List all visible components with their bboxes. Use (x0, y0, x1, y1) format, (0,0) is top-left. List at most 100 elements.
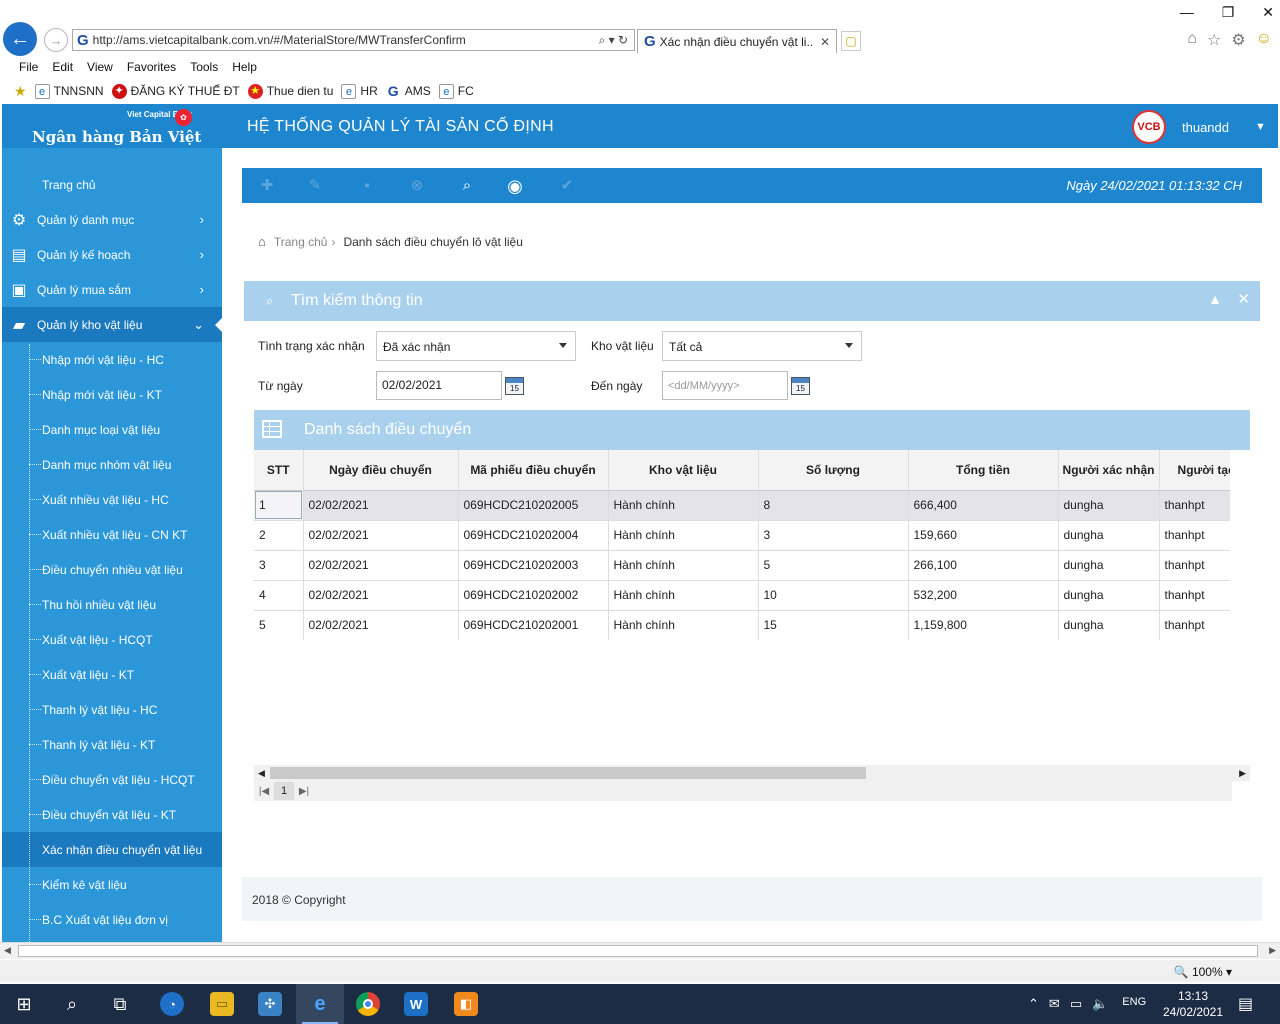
pdf-app-icon[interactable]: ◧ (442, 984, 490, 1024)
caret-down-icon[interactable]: ▼ (1255, 121, 1266, 133)
sidebar-subitem[interactable]: Xuất nhiều vật liệu - CN KT (2, 517, 222, 552)
breadcrumb-home[interactable]: Trang chủ (274, 235, 328, 249)
add-icon[interactable]: ✚ (258, 177, 276, 195)
edit-icon[interactable]: ✎ (306, 177, 324, 195)
user-name[interactable]: thuandd (1182, 120, 1229, 135)
sidebar-item-danh-muc[interactable]: ⚙ Quản lý danh mục › (2, 202, 222, 237)
zoom-level[interactable]: 🔍 100% ▾ (1174, 965, 1232, 979)
col-so-luong[interactable]: Số lượng (758, 450, 909, 491)
col-nguoi-xac-nhan[interactable]: Người xác nhận (1058, 450, 1160, 491)
menu-file[interactable]: File (19, 60, 38, 74)
favorites-star-icon[interactable]: ☆ (1207, 30, 1221, 50)
col-ma-phieu[interactable]: Mã phiếu điều chuyển (458, 450, 609, 491)
table-row[interactable]: 1 02/02/2021 069HCDC210202005 Hành chính… (254, 490, 1230, 521)
browser-tab-active[interactable]: G Xác nhận điều chuyển vật li... ✕ (637, 29, 837, 53)
search-icon[interactable]: ⌕ (48, 984, 96, 1024)
fav-dang-ky-thue[interactable]: ✦ ĐĂNG KÝ THUẾ ĐT (111, 83, 240, 99)
task-view-icon[interactable]: ⧉ (96, 984, 144, 1024)
collapse-icon[interactable]: ▲ (1208, 291, 1222, 307)
menu-tools[interactable]: Tools (190, 60, 218, 74)
windows-start-icon[interactable]: ⊞ (0, 984, 48, 1024)
scroll-thumb[interactable] (270, 767, 866, 779)
col-tong-tien[interactable]: Tổng tiền (908, 450, 1059, 491)
network-icon[interactable]: ▭ (1070, 996, 1082, 1012)
address-bar[interactable]: G http://ams.vietcapitalbank.com.vn/#/Ma… (72, 29, 635, 51)
home-icon[interactable]: ⌂ (258, 234, 266, 249)
menu-edit[interactable]: Edit (52, 60, 73, 74)
volume-icon[interactable]: 🔈 (1092, 996, 1108, 1012)
col-ngay-dieu-chuyen[interactable]: Ngày điều chuyển (303, 450, 459, 491)
view-eye-icon[interactable]: ◉ (506, 177, 524, 195)
close-window-icon[interactable]: ✕ (1262, 4, 1274, 21)
col-nguoi-tao[interactable]: Người tạo (1159, 450, 1230, 491)
wps-writer-icon[interactable]: W (392, 984, 440, 1024)
menu-view[interactable]: View (87, 60, 113, 74)
clock[interactable]: 13:13 24/02/2021 (1158, 988, 1228, 1020)
first-page-icon[interactable]: |◀ (254, 786, 274, 797)
restore-icon[interactable]: ❐ (1222, 4, 1235, 21)
sidebar-subitem[interactable]: Điều chuyển nhiều vật liệu (2, 552, 222, 587)
scroll-thumb[interactable] (18, 945, 1258, 957)
sidebar-subitem[interactable]: Điều chuyển vật liệu - HCQT (2, 762, 222, 797)
sidebar-subitem[interactable]: B.C Xuất vật liệu đơn vị (2, 902, 222, 937)
tab-close-icon[interactable]: ✕ (814, 35, 836, 49)
sidebar-subitem[interactable]: Kiểm kê vật liệu (2, 867, 222, 902)
sidebar-item-home[interactable]: Trang chủ (2, 167, 222, 202)
col-kho-vat-lieu[interactable]: Kho vật liệu (608, 450, 759, 491)
page-horizontal-scrollbar[interactable]: ◀ ▶ (0, 942, 1280, 959)
calendar-icon[interactable]: 15 (791, 377, 810, 395)
sidebar-subitem[interactable]: Nhập mới vật liệu - KT (2, 377, 222, 412)
page-number[interactable]: 1 (274, 782, 294, 800)
scroll-right-icon[interactable]: ▶ (1239, 768, 1246, 779)
home-icon[interactable]: ⌂ (1187, 30, 1197, 50)
fav-tnnsnn[interactable]: e TNNSNN (34, 83, 104, 99)
delete-icon[interactable]: ⊗ (408, 177, 426, 195)
sidebar-subitem[interactable]: Điều chuyển vật liệu - KT (2, 797, 222, 832)
sidebar-subitem[interactable]: Nhập mới vật liệu - HC (2, 342, 222, 377)
calendar-icon[interactable]: 15 (505, 377, 524, 395)
app-remote-icon[interactable]: ◔ (148, 984, 196, 1024)
scroll-left-icon[interactable]: ◀ (4, 945, 11, 956)
sidebar-subitem[interactable]: Danh mục loại vật liệu (2, 412, 222, 447)
table-row[interactable]: 4 02/02/2021 069HCDC210202002 Hành chính… (254, 580, 1230, 611)
sidebar-item-kho-vat-lieu[interactable]: ▰ Quản lý kho vật liệu ⌄ (2, 307, 222, 342)
scroll-left-icon[interactable]: ◀ (258, 768, 265, 779)
table-row[interactable]: 3 02/02/2021 069HCDC210202003 Hành chính… (254, 550, 1230, 581)
sidebar-subitem[interactable]: Xuất vật liệu - HCQT (2, 622, 222, 657)
col-stt[interactable]: STT (254, 450, 304, 491)
sidebar-subitem[interactable]: Thanh lý vật liệu - KT (2, 727, 222, 762)
sidebar-item-mua-sam[interactable]: ▣ Quản lý mua sắm › (2, 272, 222, 307)
chevron-up-icon[interactable]: ⌃ (1028, 996, 1039, 1012)
fav-fc[interactable]: e FC (438, 83, 474, 99)
fav-thue-dien-tu[interactable]: ★ Thue dien tu (247, 83, 333, 99)
fav-hr[interactable]: e HR (341, 83, 378, 99)
language-indicator[interactable]: ENG (1122, 996, 1146, 1012)
menu-help[interactable]: Help (232, 60, 257, 74)
table-row[interactable]: 2 02/02/2021 069HCDC210202004 Hành chính… (254, 520, 1230, 551)
close-icon[interactable]: ✕ (1237, 290, 1250, 308)
back-button[interactable]: ← (3, 22, 37, 56)
sidebar-subitem[interactable]: Xuất vật liệu - KT (2, 657, 222, 692)
avatar[interactable]: VCB (1132, 110, 1166, 144)
sidebar-subitem[interactable]: Thanh lý vật liệu - HC (2, 692, 222, 727)
chrome-icon[interactable] (344, 984, 392, 1024)
sidebar-subitem[interactable]: Xuất nhiều vật liệu - HC (2, 482, 222, 517)
settings-gear-icon[interactable]: ⚙ (1231, 30, 1245, 50)
status-select[interactable]: Đã xác nhận (376, 331, 576, 361)
new-tab-button[interactable]: ▢ (841, 31, 861, 51)
save-icon[interactable]: ▪ (358, 177, 376, 195)
sidebar-subitem-current[interactable]: Xác nhận điều chuyển vật liệu (2, 832, 222, 867)
approve-check-icon[interactable]: ✔ (558, 177, 576, 195)
favorites-bar-star-icon[interactable]: ★ (14, 83, 27, 100)
table-row[interactable]: 5 02/02/2021 069HCDC210202001 Hành chính… (254, 610, 1230, 640)
mail-icon[interactable]: ✉ (1049, 996, 1060, 1012)
menu-favorites[interactable]: Favorites (127, 60, 176, 74)
search-refresh-icon[interactable]: ⌕ ▾ ↻ (599, 33, 634, 48)
store-select[interactable]: Tất cả (662, 331, 862, 361)
app-network-icon[interactable]: ✣ (246, 984, 294, 1024)
to-date-input[interactable]: <dd/MM/yyyy> (662, 371, 788, 400)
sidebar-subitem[interactable]: Thu hồi nhiều vật liệu (2, 587, 222, 622)
fav-ams[interactable]: G AMS (386, 83, 431, 99)
sidebar-item-ke-hoach[interactable]: ▤ Quản lý kế hoạch › (2, 237, 222, 272)
address-url[interactable]: http://ams.vietcapitalbank.com.vn/#/Mate… (93, 33, 599, 47)
